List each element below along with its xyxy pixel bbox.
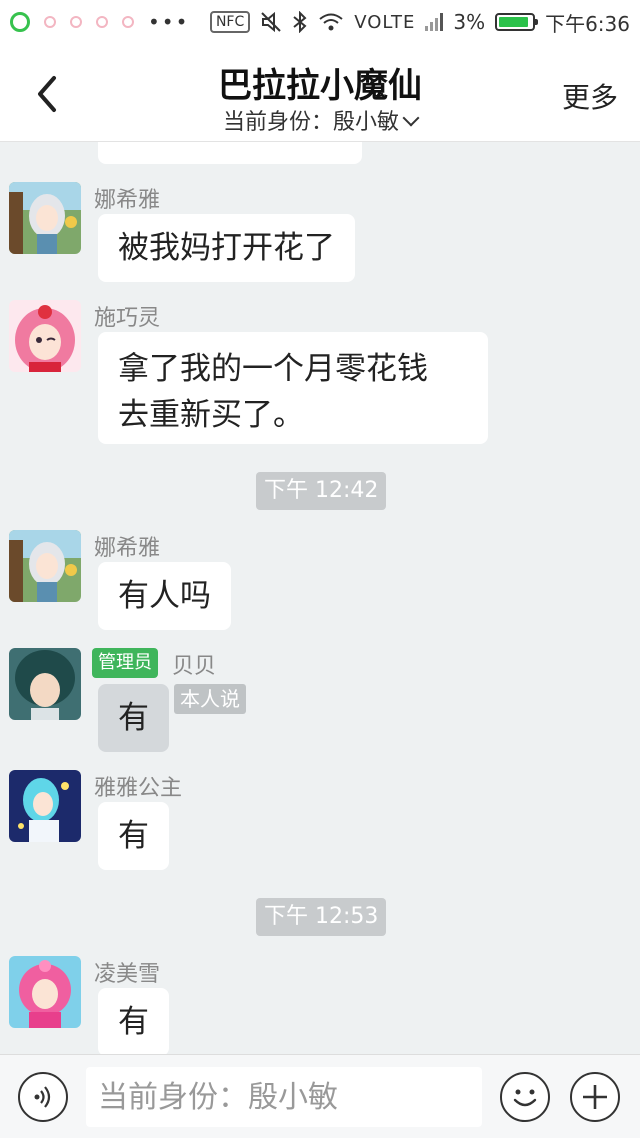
sender-name: 贝贝 [172,654,217,679]
sender-name: 雅雅公主 [94,776,183,801]
battery-fill [499,17,529,27]
voice-icon [34,1086,51,1108]
battery-icon [495,13,539,31]
network-type: VOLTE [354,11,416,33]
identity-selector[interactable]: 当前身份：殷小敏 [0,104,640,136]
plus-button[interactable] [570,1072,620,1122]
app-notification-icon [10,12,30,32]
emoji-button[interactable] [500,1072,550,1122]
input-bar [0,1054,640,1138]
identity-label: 当前身份：殷小敏 [222,110,399,135]
message-bubble-partial[interactable] [98,142,362,164]
message-list[interactable]: 娜希雅 被我妈打开花了 施巧灵 拿了我的一个月零花钱 去重新买了。 下午 12:… [0,142,640,1054]
message-bubble[interactable]: 有 [98,988,169,1054]
clock: 下午6:36 [545,11,630,36]
status-right: NFC VOLTE 3% 下午6:36 [209,8,630,37]
mute-icon [261,11,281,33]
message-text: 有 [118,1004,149,1040]
message-bubble[interactable]: 有 [98,684,169,752]
self-message-tag: 本人说 [174,684,246,714]
sender-name: 娜希雅 [94,536,161,561]
sender-name: 娜希雅 [94,188,161,213]
timestamp: 下午 12:42 [256,472,387,510]
voice-button[interactable] [18,1072,68,1122]
message-bubble[interactable]: 有 [98,802,169,870]
message-text-line: 拿了我的一个月零花钱 [118,351,428,387]
avatar[interactable] [9,648,81,720]
avatar[interactable] [9,770,81,842]
message-bubble[interactable]: 有人吗 [98,562,231,630]
group-title: 巴拉拉小魔仙 [218,66,422,106]
notification-icon [70,16,82,28]
message-text-line: 去重新买了。 [118,397,304,433]
message-text: 有人吗 [118,578,211,614]
status-bar: ••• NFC VOLTE 3% 下午6:36 [0,0,640,44]
bluetooth-icon [293,11,307,33]
more-notifications-icon: ••• [148,10,190,34]
message-bubble[interactable]: 被我妈打开花了 [98,214,355,282]
admin-badge: 管理员 [92,648,158,678]
battery-percent: 3% [453,10,486,34]
notification-icon [44,16,56,28]
avatar[interactable] [9,956,81,1028]
chat-header: 巴拉拉小魔仙 当前身份：殷小敏 更多 [0,44,640,142]
more-button[interactable]: 更多 [562,76,618,116]
notification-icon [122,16,134,28]
status-left: ••• [10,10,189,34]
avatar[interactable] [9,300,81,372]
message-text: 有 [118,700,149,736]
message-text: 被我妈打开花了 [118,230,335,266]
chevron-down-icon [402,109,420,127]
message-bubble[interactable]: 拿了我的一个月零花钱 去重新买了。 [98,332,488,444]
avatar[interactable] [9,182,81,254]
sender-name: 施巧灵 [94,306,161,331]
wifi-icon [319,13,343,31]
timestamp: 下午 12:53 [256,898,387,936]
emoji-icon [513,1089,537,1107]
signal-icon [425,13,444,31]
avatar[interactable] [9,530,81,602]
notification-icon [96,16,108,28]
sender-name: 凌美雪 [94,962,161,987]
plus-icon [583,1085,607,1109]
message-input[interactable] [86,1067,482,1127]
message-text: 有 [118,818,149,854]
nfc-icon: NFC [209,11,251,33]
